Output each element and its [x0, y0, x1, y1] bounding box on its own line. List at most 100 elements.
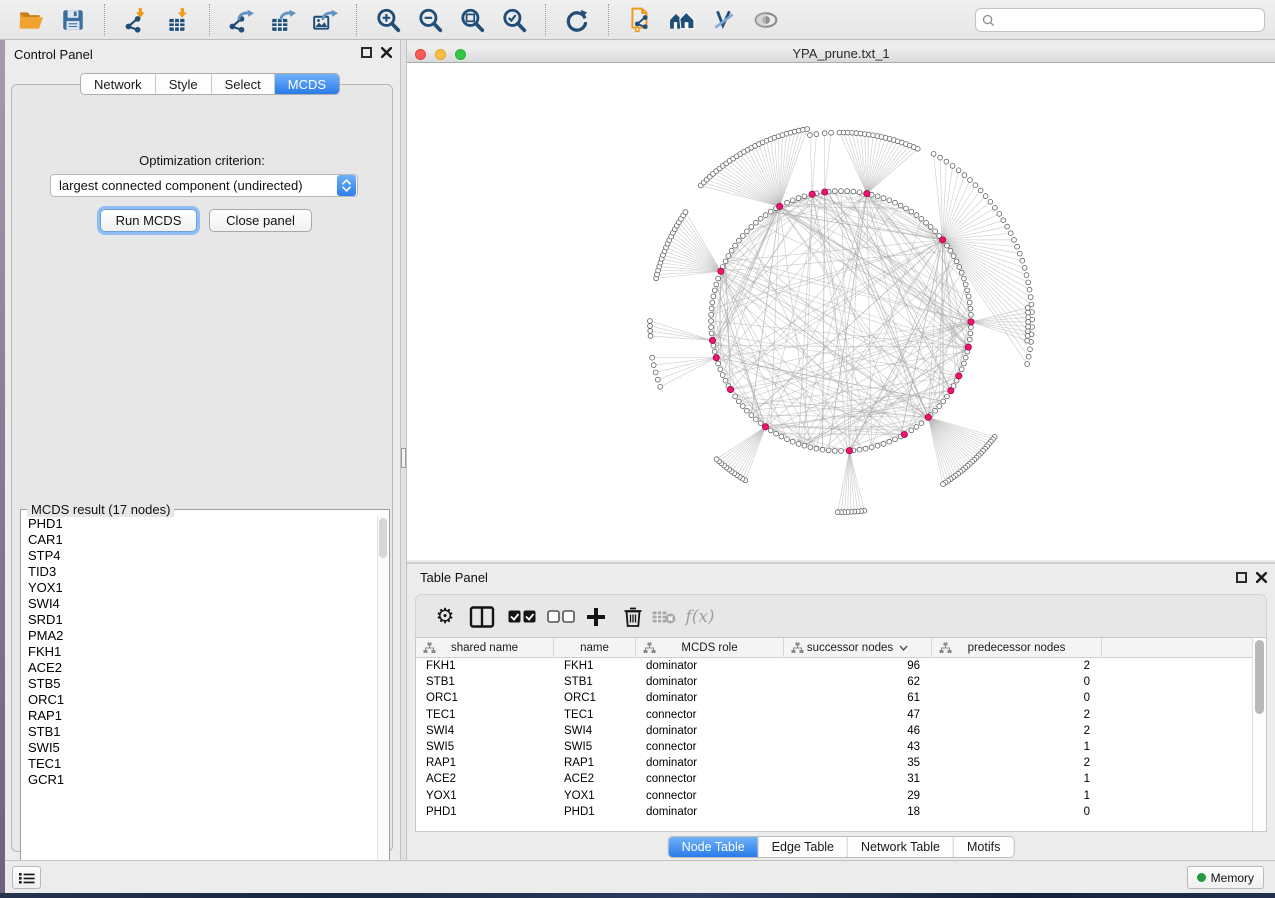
graph-leaf-node[interactable] [988, 199, 993, 204]
graph-node[interactable] [909, 209, 914, 214]
graph-node[interactable] [967, 300, 972, 305]
close-table-panel-icon[interactable] [1256, 572, 1267, 583]
mcds-hub-node[interactable] [940, 237, 946, 243]
graph-node[interactable] [881, 442, 886, 447]
mcds-hub-node[interactable] [822, 189, 828, 195]
graph-node[interactable] [839, 189, 844, 194]
graph-leaf-node[interactable] [648, 319, 653, 324]
tab-motifs[interactable]: Motifs [954, 837, 1013, 857]
table-row[interactable]: RAP1RAP1dominator352 [416, 755, 1252, 771]
graph-leaf-node[interactable] [1015, 244, 1020, 249]
graph-node[interactable] [945, 394, 950, 399]
graph-leaf-node[interactable] [983, 194, 988, 199]
network-window-titlebar[interactable]: YPA_prune.txt_1 [407, 45, 1275, 63]
graph-leaf-node[interactable] [1025, 334, 1030, 339]
graph-leaf-node[interactable] [1008, 231, 1013, 236]
graph-leaf-node[interactable] [1001, 218, 1006, 223]
graph-node[interactable] [808, 445, 813, 450]
graph-leaf-node[interactable] [1026, 354, 1031, 359]
graph-node[interactable] [712, 349, 717, 354]
float-panel-icon[interactable] [361, 47, 372, 58]
graph-node[interactable] [796, 442, 801, 447]
graph-node[interactable] [790, 439, 795, 444]
graph-leaf-node[interactable] [1020, 258, 1025, 263]
graph-node[interactable] [790, 198, 795, 203]
graph-node[interactable] [887, 198, 892, 203]
graph-node[interactable] [937, 404, 942, 409]
graph-node[interactable] [758, 216, 763, 221]
tab-edge-table[interactable]: Edge Table [759, 837, 848, 857]
graph-node[interactable] [965, 288, 970, 293]
mcds-result-item[interactable]: PMA2 [22, 628, 378, 644]
mcds-hub-node[interactable] [777, 203, 783, 209]
table-row[interactable]: SWI5SWI5connector431 [416, 739, 1252, 755]
graph-leaf-node[interactable] [941, 482, 946, 487]
tab-select[interactable]: Select [212, 74, 275, 94]
import-network-button[interactable] [115, 4, 157, 36]
graph-node[interactable] [928, 225, 933, 230]
graph-node[interactable] [711, 343, 716, 348]
graph-node[interactable] [963, 282, 968, 287]
graph-leaf-node[interactable] [915, 146, 920, 151]
graph-node[interactable] [749, 225, 754, 230]
graph-node[interactable] [857, 447, 862, 452]
share-document-button[interactable] [619, 4, 661, 36]
mcds-hub-node[interactable] [762, 424, 768, 430]
zoom-out-button[interactable] [409, 4, 451, 36]
open-file-button[interactable] [10, 4, 52, 36]
graph-node[interactable] [820, 447, 825, 452]
graph-node[interactable] [967, 337, 972, 342]
graph-leaf-node[interactable] [993, 205, 998, 210]
graph-leaf-node[interactable] [956, 168, 961, 173]
graph-node[interactable] [959, 367, 964, 372]
mcds-result-item[interactable]: ORC1 [22, 692, 378, 708]
graph-node[interactable] [785, 200, 790, 205]
graph-node[interactable] [909, 428, 914, 433]
graph-leaf-node[interactable] [1025, 362, 1030, 367]
graph-node[interactable] [968, 331, 973, 336]
graph-leaf-node[interactable] [1024, 273, 1029, 278]
graph-node[interactable] [959, 270, 964, 275]
table-row[interactable]: ORC1ORC1dominator610 [416, 690, 1252, 706]
graph-leaf-node[interactable] [1028, 347, 1033, 352]
mcds-result-item[interactable]: SWI5 [22, 740, 378, 756]
graph-leaf-node[interactable] [931, 152, 936, 157]
vertical-splitter[interactable] [400, 40, 407, 893]
mcds-result-item[interactable]: PHD1 [22, 516, 378, 532]
run-mcds-button[interactable]: Run MCDS [100, 209, 197, 232]
graph-node[interactable] [898, 203, 903, 208]
tab-node-table[interactable]: Node Table [669, 837, 759, 857]
graph-leaf-node[interactable] [822, 131, 827, 136]
graph-node[interactable] [839, 449, 844, 454]
graph-node[interactable] [962, 276, 967, 281]
graph-node[interactable] [914, 213, 919, 218]
graph-leaf-node[interactable] [1026, 324, 1031, 329]
graph-leaf-node[interactable] [655, 377, 660, 382]
export-image-button[interactable] [304, 4, 346, 36]
graph-node[interactable] [740, 404, 745, 409]
mcds-hub-node[interactable] [956, 373, 962, 379]
graph-node[interactable] [710, 300, 715, 305]
graph-node[interactable] [745, 229, 750, 234]
refresh-button[interactable] [556, 4, 598, 36]
table-row[interactable]: PHD1PHD1dominator180 [416, 804, 1252, 820]
graph-node[interactable] [709, 331, 714, 336]
mcds-result-item[interactable]: STP4 [22, 548, 378, 564]
mcds-hub-node[interactable] [968, 319, 974, 325]
graph-leaf-node[interactable] [1026, 320, 1031, 325]
mcds-hub-node[interactable] [901, 431, 907, 437]
column-header-predecessor-nodes[interactable]: predecessor nodes [932, 638, 1102, 658]
graph-node[interactable] [914, 425, 919, 430]
graph-node[interactable] [723, 378, 728, 383]
memory-button[interactable]: Memory [1187, 866, 1264, 889]
graph-leaf-node[interactable] [683, 210, 688, 215]
graph-leaf-node[interactable] [938, 155, 943, 160]
graph-node[interactable] [768, 209, 773, 214]
graph-node[interactable] [718, 367, 723, 372]
graph-node[interactable] [933, 408, 938, 413]
table-row[interactable]: TEC1TEC1connector472 [416, 707, 1252, 723]
graph-node[interactable] [720, 373, 725, 378]
export-table-button[interactable] [262, 4, 304, 36]
graph-node[interactable] [893, 437, 898, 442]
graph-leaf-node[interactable] [1028, 295, 1033, 300]
